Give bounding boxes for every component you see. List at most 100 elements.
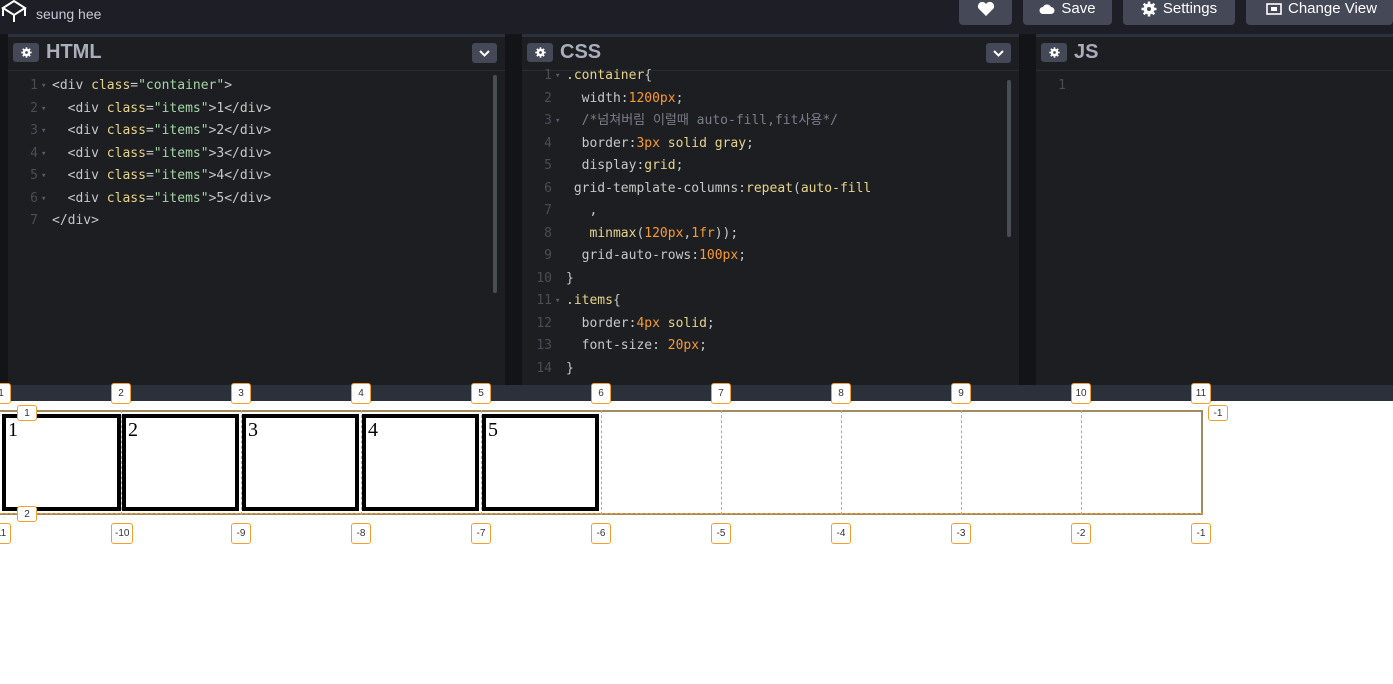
code-line[interactable]: 4 ▾ <div class="items">3</div> [8, 143, 493, 166]
line-number: 11 [536, 293, 552, 308]
code-token: ; [699, 338, 707, 353]
css-settings-button[interactable] [527, 43, 553, 62]
grid-column-number-label: 7 [711, 383, 731, 404]
code-token: <div [52, 123, 107, 138]
code-token: font-size: [566, 338, 668, 353]
fold-arrow-icon[interactable]: ▾ [555, 65, 560, 88]
css-options-button[interactable] [986, 43, 1011, 63]
code-text: <div class="container"> [52, 75, 232, 98]
grid-column-negative-label: 11 [0, 523, 11, 544]
heart-icon [977, 1, 994, 16]
html-editor-pane: HTML 1 ▾ <div class="container"> 2 ▾ <div cl… [8, 34, 505, 385]
line-number: 9 [544, 248, 552, 263]
code-line[interactable]: 1 ▾ <div class="container"> [8, 75, 493, 98]
code-line[interactable]: 7 </div> [8, 210, 493, 233]
layout-icon [1266, 2, 1282, 15]
code-line[interactable]: 6 grid-template-columns:repeat(auto-fill [522, 178, 1007, 201]
gear-icon [1048, 47, 1060, 58]
line-number: 2 [544, 90, 552, 106]
fold-arrow-icon[interactable]: ▾ [41, 188, 46, 211]
code-text: grid-auto-rows:100px; [566, 245, 746, 268]
code-line[interactable]: 1 ▾ .container{ [522, 65, 1007, 88]
code-line[interactable]: 1 [1036, 75, 1381, 98]
code-line[interactable]: 5 ▾ <div class="items">4</div> [8, 165, 493, 188]
pane-divider [8, 70, 505, 71]
code-text: <div class="items">3</div> [52, 143, 272, 166]
code-line[interactable]: 3 ▾ <div class="items">2</div> [8, 120, 493, 143]
grid-column-negative-label: -4 [831, 523, 851, 544]
code-text: display:grid; [566, 155, 684, 178]
code-text: <div class="items">5</div> [52, 188, 272, 211]
code-token: class [106, 168, 146, 183]
author-name[interactable]: seung hee [36, 6, 101, 22]
code-line[interactable]: 8 minmax(120px,1fr)); [522, 223, 1007, 246]
save-label: Save [1061, 0, 1096, 17]
editors-area: HTML 1 ▾ <div class="container"> 2 ▾ <div cl… [0, 34, 1393, 385]
code-line[interactable]: 4 border:3px solid gray; [522, 133, 1007, 156]
fold-arrow-icon[interactable]: ▾ [41, 165, 46, 188]
fold-arrow-icon[interactable]: ▾ [41, 98, 46, 121]
line-number: 1 [30, 78, 38, 93]
js-code-editor[interactable]: 1 [1036, 75, 1381, 385]
save-button[interactable]: Save [1023, 0, 1112, 25]
css-code-editor[interactable]: 1 ▾ .container{2 width:1200px; 3 ▾ /*넘쳐버림 이럴… [522, 65, 1007, 385]
grid-column-negative-label: -10 [111, 523, 134, 544]
code-line[interactable]: 12 border:4px solid; [522, 313, 1007, 336]
cloud-icon [1039, 4, 1055, 14]
fold-arrow-icon[interactable]: ▾ [555, 110, 560, 133]
code-token: 3px [636, 135, 660, 151]
code-token: 20px [667, 338, 700, 353]
code-token: >1</div> [208, 100, 272, 116]
code-token: "container" [138, 78, 225, 93]
line-number: 1 [544, 68, 552, 83]
codepen-logo-icon[interactable] [0, 0, 28, 22]
code-line[interactable]: 10} [522, 268, 1007, 291]
code-line[interactable]: 5 display:grid; [522, 155, 1007, 178]
code-text: <div class="items">4</div> [52, 165, 272, 188]
change-view-button[interactable]: Change View [1246, 0, 1393, 25]
fold-arrow-icon[interactable]: ▾ [41, 120, 46, 143]
code-line[interactable]: 3 ▾ /*넘쳐버림 이럴때 auto-fill,fit사용*/ [522, 110, 1007, 133]
grid-item: 5 [482, 414, 599, 511]
love-button[interactable] [959, 0, 1012, 25]
code-line[interactable]: 2 ▾ <div class="items">1</div> [8, 98, 493, 121]
html-options-button[interactable] [472, 43, 497, 63]
code-line[interactable]: 6 ▾ <div class="items">5</div> [8, 188, 493, 211]
line-number: 3 [30, 123, 38, 138]
code-token: ; [738, 248, 747, 263]
fold-arrow-icon[interactable]: ▾ [555, 290, 560, 313]
line-number: 5 [544, 158, 552, 173]
grid-column-negative-label: -8 [351, 523, 371, 544]
css-editor-pane: CSS 1 ▾ .container{2 width:1200px; 3 ▾ /*넘쳐버… [522, 34, 1019, 385]
grid-column-number-label: 2 [111, 383, 131, 404]
code-line[interactable]: 9 grid-auto-rows:100px; [522, 245, 1007, 268]
grid-column-negative-label: -1 [1191, 523, 1211, 544]
code-line[interactable]: 11 ▾ .items{ [522, 290, 1007, 313]
js-settings-button[interactable] [1041, 43, 1067, 62]
fold-arrow-icon[interactable]: ▾ [41, 143, 46, 166]
code-line[interactable]: 7 , [522, 200, 1007, 223]
code-token: > [224, 78, 233, 93]
code-token: >4</div> [208, 168, 272, 183]
grid-item: 4 [362, 414, 479, 511]
grid-column-number-label: 11 [1191, 383, 1211, 404]
settings-button[interactable]: Settings [1123, 0, 1235, 25]
line-number: 2 [30, 100, 38, 116]
grid-column-negative-label: -6 [591, 523, 611, 544]
css-scrollbar[interactable] [1007, 80, 1011, 237]
code-text: /*넘쳐버림 이럴때 auto-fill,fit사용*/ [566, 110, 838, 133]
code-token: <div [52, 168, 107, 183]
preview-resize-bar[interactable] [0, 385, 1393, 401]
code-token: 4px [636, 315, 660, 331]
grid-column-number-label: 5 [471, 383, 491, 404]
code-token: ; [675, 90, 684, 106]
code-line[interactable]: 13 font-size: 20px; [522, 335, 1007, 358]
html-scrollbar[interactable] [493, 75, 497, 293]
fold-arrow-icon[interactable]: ▾ [41, 75, 46, 98]
code-line[interactable]: 14} [522, 358, 1007, 381]
html-settings-button[interactable] [13, 43, 39, 62]
html-code-editor[interactable]: 1 ▾ <div class="container"> 2 ▾ <div class="… [8, 75, 493, 385]
pane-divider [1036, 70, 1393, 71]
code-line[interactable]: 2 width:1200px; [522, 88, 1007, 111]
code-token: width: [566, 90, 629, 106]
